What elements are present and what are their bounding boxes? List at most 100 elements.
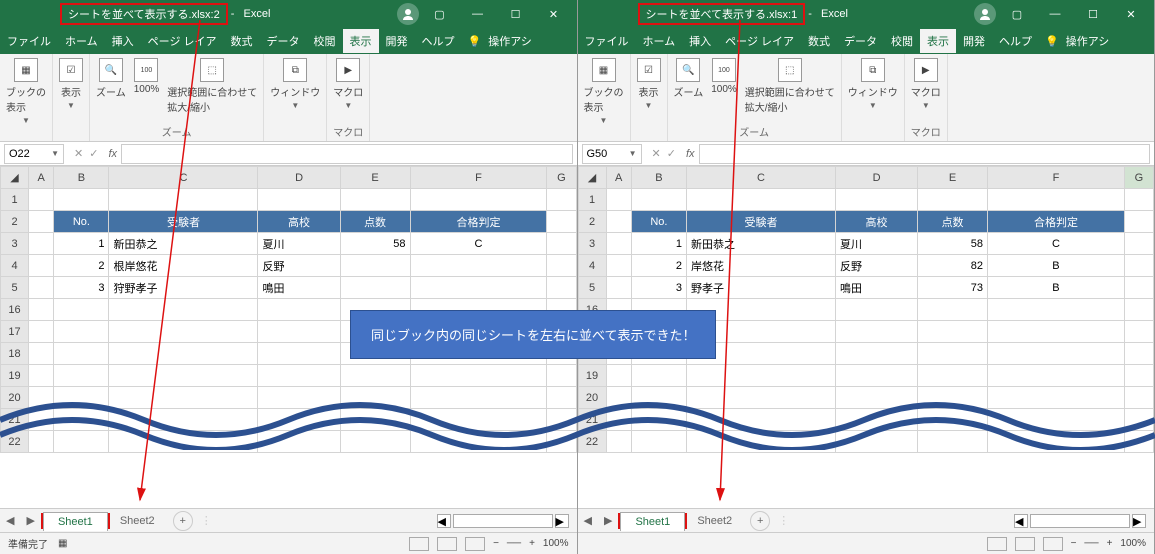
cell[interactable]: 点数 (918, 211, 988, 233)
sheet-tab-active[interactable]: Sheet1 (620, 512, 685, 531)
cell[interactable]: 合格判定 (410, 211, 547, 233)
cell[interactable]: 1 (631, 233, 686, 255)
cell[interactable]: 反野 (258, 255, 340, 277)
cell[interactable]: 受験者 (686, 211, 835, 233)
account-icon[interactable] (397, 3, 419, 25)
menu-data[interactable]: データ (837, 29, 884, 53)
row-header[interactable]: 1 (1, 189, 29, 211)
show-button[interactable]: ☑表示▼ (637, 58, 661, 110)
scroll-left-icon[interactable]: ◀ (1014, 514, 1028, 528)
row-header[interactable]: 2 (578, 211, 606, 233)
zoom-button[interactable]: 🔍ズーム (674, 58, 704, 99)
zoom-in-icon[interactable]: + (1107, 538, 1113, 549)
cancel-icon[interactable]: ✕ (652, 147, 661, 160)
col-header[interactable]: C (686, 167, 835, 189)
zoom-selection-button[interactable]: ⬚選択範囲に合わせて 拡大/縮小 (167, 58, 257, 114)
scroll-right-icon[interactable]: ▶ (555, 514, 569, 528)
tell-me[interactable]: 操作アシ (1059, 29, 1117, 53)
zoom-100-button[interactable]: 100100% (134, 58, 160, 95)
tab-nav-prev-icon[interactable]: ◀ (578, 514, 598, 527)
menu-dev[interactable]: 開発 (956, 29, 992, 53)
cell[interactable]: 58 (918, 233, 988, 255)
row-header[interactable]: 16 (1, 299, 29, 321)
menu-home[interactable]: ホーム (636, 29, 683, 53)
cell[interactable]: 点数 (340, 211, 410, 233)
window-button[interactable]: ⧉ウィンドウ▼ (848, 58, 898, 110)
macro-record-icon[interactable]: ▦ (58, 538, 67, 549)
cell[interactable]: 高校 (835, 211, 917, 233)
formula-input[interactable] (121, 144, 573, 164)
zoom-out-icon[interactable]: − (493, 538, 499, 549)
cell[interactable]: No. (54, 211, 109, 233)
menu-dev[interactable]: 開発 (379, 29, 415, 53)
sheet-tab-active[interactable]: Sheet1 (43, 512, 108, 531)
close-icon[interactable]: ✕ (537, 1, 571, 27)
col-header[interactable]: B (54, 167, 109, 189)
row-header[interactable]: 18 (1, 343, 29, 365)
ribbon-display-icon[interactable]: ▢ (423, 1, 457, 27)
name-box[interactable]: O22▼ (4, 144, 64, 164)
sheet-tab[interactable]: Sheet2 (687, 512, 742, 530)
col-header[interactable]: C (109, 167, 258, 189)
row-header[interactable]: 19 (1, 365, 29, 387)
tab-nav-prev-icon[interactable]: ◀ (0, 514, 20, 527)
menu-layout[interactable]: ページ レイア (141, 29, 224, 53)
menu-data[interactable]: データ (260, 29, 307, 53)
col-header[interactable]: E (918, 167, 988, 189)
row-header[interactable]: 4 (578, 255, 606, 277)
macro-button[interactable]: ▶マクロ▼ (333, 58, 363, 110)
menu-view[interactable]: 表示 (343, 29, 379, 53)
menu-layout[interactable]: ページ レイア (718, 29, 801, 53)
cell[interactable]: No. (631, 211, 686, 233)
view-normal-icon[interactable] (409, 537, 429, 551)
select-all[interactable]: ◢ (578, 167, 606, 189)
zoom-selection-button[interactable]: ⬚選択範囲に合わせて 拡大/縮小 (745, 58, 835, 114)
confirm-icon[interactable]: ✓ (89, 147, 98, 160)
cell[interactable]: 狩野孝子 (109, 277, 258, 299)
row-header[interactable]: 4 (1, 255, 29, 277)
view-layout-icon[interactable] (437, 537, 457, 551)
name-box[interactable]: G50▼ (582, 144, 642, 164)
col-header[interactable]: A (606, 167, 631, 189)
ribbon-display-icon[interactable]: ▢ (1000, 1, 1034, 27)
cell[interactable]: 夏川 (258, 233, 340, 255)
cell[interactable]: 新田恭之 (109, 233, 258, 255)
col-header[interactable]: F (410, 167, 547, 189)
cell[interactable]: C (410, 233, 547, 255)
formula-input[interactable] (699, 144, 1151, 164)
col-header[interactable]: G (547, 167, 576, 189)
cell[interactable]: 鳴田 (835, 277, 917, 299)
sheet-tab[interactable]: Sheet2 (110, 512, 165, 530)
col-header[interactable]: D (258, 167, 340, 189)
cell[interactable]: 58 (340, 233, 410, 255)
menu-formula[interactable]: 数式 (801, 29, 837, 53)
row-header[interactable]: 19 (578, 365, 606, 387)
fx-icon[interactable]: fx (682, 148, 699, 160)
show-button[interactable]: ☑表示▼ (59, 58, 83, 110)
zoom-level[interactable]: 100% (1120, 538, 1146, 549)
select-all[interactable]: ◢ (1, 167, 29, 189)
zoom-100-button[interactable]: 100100% (711, 58, 737, 95)
cancel-icon[interactable]: ✕ (74, 147, 83, 160)
menu-file[interactable]: ファイル (578, 29, 636, 53)
scroll-left-icon[interactable]: ◀ (437, 514, 451, 528)
view-normal-icon[interactable] (987, 537, 1007, 551)
scrollbar[interactable] (1030, 514, 1130, 528)
tab-nav-next-icon[interactable]: ▶ (20, 514, 40, 527)
maximize-icon[interactable]: ☐ (1076, 1, 1110, 27)
menu-file[interactable]: ファイル (0, 29, 58, 53)
view-layout-icon[interactable] (1015, 537, 1035, 551)
cell[interactable]: 73 (918, 277, 988, 299)
menu-help[interactable]: ヘルプ (415, 29, 462, 53)
cell[interactable]: 合格判定 (988, 211, 1125, 233)
minimize-icon[interactable]: — (461, 1, 495, 27)
col-header[interactable]: F (988, 167, 1125, 189)
cell[interactable]: 高校 (258, 211, 340, 233)
row-header[interactable]: 1 (578, 189, 606, 211)
window-button[interactable]: ⧉ウィンドウ▼ (270, 58, 320, 110)
cell[interactable]: 3 (54, 277, 109, 299)
cell[interactable]: 2 (54, 255, 109, 277)
col-header[interactable]: B (631, 167, 686, 189)
zoom-level[interactable]: 100% (543, 538, 569, 549)
fx-icon[interactable]: fx (104, 148, 121, 160)
